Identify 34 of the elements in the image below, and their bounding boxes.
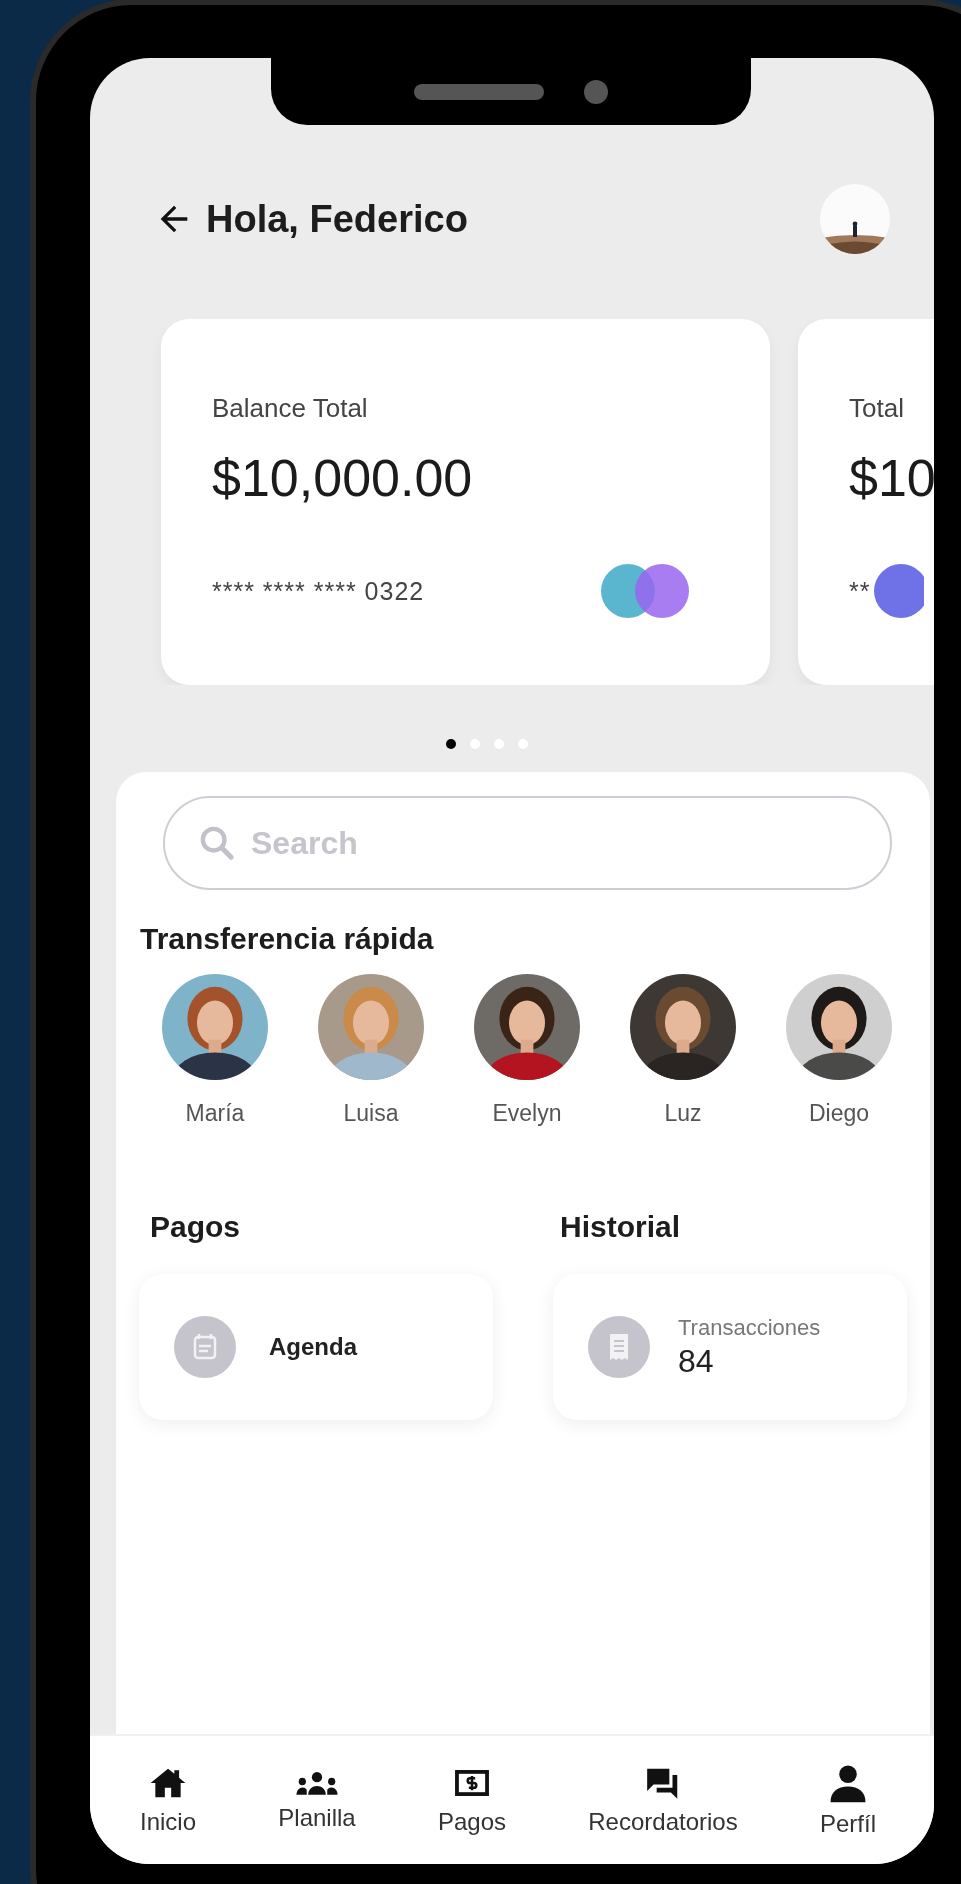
contact-name: Luisa [343, 1100, 399, 1127]
balance-card[interactable]: Total $10 ** [798, 319, 934, 685]
nav-tab[interactable]: Pagos [437, 1764, 506, 1836]
calendar-icon [174, 1316, 236, 1378]
card-number: **** **** **** 0322 [212, 576, 425, 606]
carousel-dot[interactable] [446, 739, 456, 749]
section-heading: Historial [560, 1210, 682, 1244]
nav-tab[interactable]: Perfíl [819, 1762, 876, 1838]
nav-tab[interactable]: Planilla [278, 1768, 356, 1832]
receipt-icon [588, 1316, 650, 1378]
greeting-title: Hola, Federico [206, 197, 469, 241]
card-label: Balance Total [212, 393, 369, 424]
agenda-label: Agenda [269, 1333, 357, 1361]
contact-name: Diego [808, 1100, 870, 1127]
card-logo-icon [874, 564, 925, 618]
card-number: ** [849, 576, 871, 606]
agenda-tile[interactable]: Agenda [139, 1274, 493, 1420]
search-field[interactable]: Search [163, 796, 892, 890]
card-amount: $10 [849, 448, 934, 508]
transactions-label: Transacciones [678, 1314, 821, 1341]
contact-name: Evelyn [492, 1100, 562, 1127]
balance-card[interactable]: Balance Total $10,000.00 **** **** **** 0322 [161, 319, 770, 685]
contact-name: María [185, 1100, 245, 1127]
transactions-tile[interactable]: Transacciones 84 [553, 1274, 907, 1420]
section-heading: Pagos [150, 1210, 242, 1244]
card-amount: $10,000.00 [212, 448, 474, 508]
section-heading: Transferencia rápida [140, 922, 435, 956]
contact-name: Luz [664, 1100, 702, 1127]
camera-dot [584, 79, 608, 104]
nav-tab[interactable]: Recordatorios [588, 1764, 738, 1836]
transactions-count: 84 [678, 1342, 715, 1380]
card-label: Total [849, 393, 905, 424]
nav-tab[interactable]: Inicio [140, 1764, 197, 1836]
card-logo-icon [601, 564, 689, 618]
